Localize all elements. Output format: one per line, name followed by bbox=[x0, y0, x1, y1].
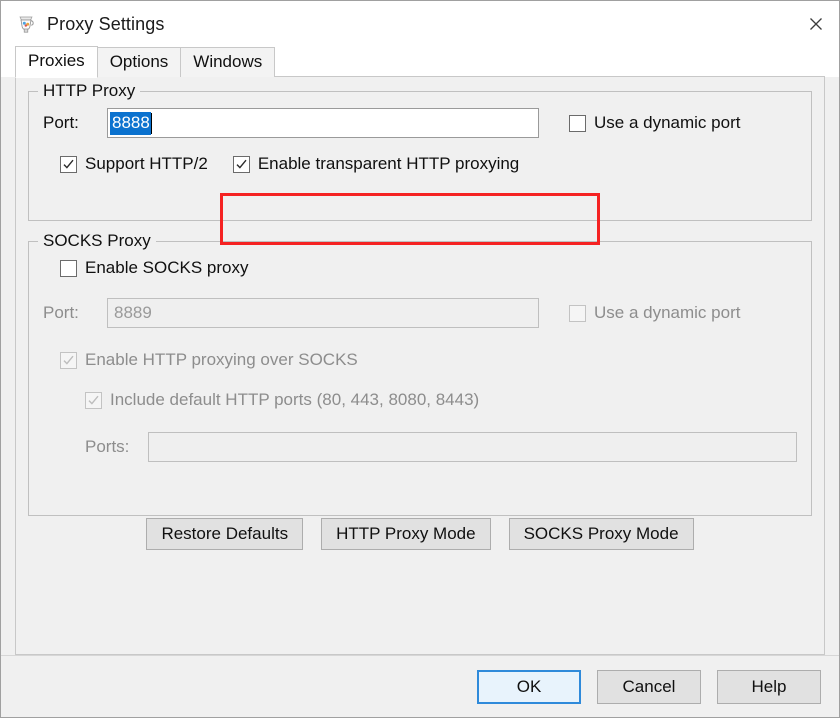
socks-port-label: Port: bbox=[43, 303, 79, 322]
tab-proxies[interactable]: Proxies bbox=[15, 46, 98, 78]
http-over-socks-label: Enable HTTP proxying over SOCKS bbox=[85, 350, 358, 369]
http-port-value: 8888 bbox=[110, 111, 151, 135]
http-port-label: Port: bbox=[43, 113, 79, 132]
checkbox-box bbox=[232, 155, 250, 173]
socks-port-input[interactable]: 8889 bbox=[107, 298, 539, 328]
default-http-ports-label: Include default HTTP ports (80, 443, 808… bbox=[110, 390, 480, 409]
restore-defaults-button[interactable]: Restore Defaults bbox=[146, 518, 304, 550]
proxies-tab-page: HTTP Proxy Port: 8888 Use a dynamic port bbox=[15, 77, 825, 655]
enable-socks-label: Enable SOCKS proxy bbox=[85, 258, 249, 277]
cancel-button-label: Cancel bbox=[622, 676, 676, 696]
http-proxy-group-title: HTTP Proxy bbox=[38, 81, 141, 101]
tab-windows-label: Windows bbox=[193, 52, 263, 71]
socks-dynamic-port-label: Use a dynamic port bbox=[594, 303, 741, 322]
transparent-proxying-label: Enable transparent HTTP proxying bbox=[257, 154, 520, 173]
checkbox-box bbox=[569, 114, 586, 132]
restore-defaults-label: Restore Defaults bbox=[161, 524, 289, 543]
http-port-input[interactable]: 8888 bbox=[107, 108, 539, 138]
cancel-button[interactable]: Cancel bbox=[597, 669, 701, 704]
http-proxy-mode-button[interactable]: HTTP Proxy Mode bbox=[321, 518, 491, 550]
http-dynamic-port-checkbox[interactable]: Use a dynamic port bbox=[569, 113, 740, 133]
help-button-label: Help bbox=[751, 676, 787, 696]
transparent-proxying-checkbox[interactable]: Enable transparent HTTP proxying bbox=[232, 154, 520, 174]
http-dynamic-port-label: Use a dynamic port bbox=[594, 113, 741, 132]
checkbox-box bbox=[60, 155, 77, 173]
socks-proxy-group: SOCKS Proxy Enable SOCKS proxy Port: 888… bbox=[28, 231, 812, 516]
socks-port-value: 8889 bbox=[114, 303, 152, 322]
tab-strip: Proxies Options Windows bbox=[1, 46, 839, 78]
ok-button-label: OK bbox=[516, 676, 542, 696]
socks-ports-label: Ports: bbox=[85, 437, 130, 456]
socks-dynamic-port-checkbox[interactable]: Use a dynamic port bbox=[569, 303, 740, 323]
checkbox-box bbox=[569, 304, 586, 322]
http-proxy-mode-label: HTTP Proxy Mode bbox=[336, 524, 476, 543]
mode-button-bar: Restore Defaults HTTP Proxy Mode SOCKS P… bbox=[28, 518, 812, 550]
checkbox-box bbox=[60, 259, 77, 277]
socks-proxy-mode-button[interactable]: SOCKS Proxy Mode bbox=[508, 518, 694, 550]
proxy-settings-dialog: Proxy Settings Proxies Options Windows H… bbox=[0, 0, 840, 718]
text-caret bbox=[150, 112, 152, 134]
socks-ports-input[interactable] bbox=[147, 432, 797, 462]
background-window-strip bbox=[0, 718, 840, 724]
tab-windows[interactable]: Windows bbox=[180, 47, 276, 77]
support-http2-label: Support HTTP/2 bbox=[85, 154, 208, 173]
checkbox-box bbox=[60, 351, 77, 369]
close-icon[interactable] bbox=[793, 1, 839, 46]
title-bar: Proxy Settings bbox=[1, 1, 839, 47]
checkbox-box bbox=[85, 391, 102, 409]
tab-proxies-label: Proxies bbox=[28, 51, 85, 70]
tab-options[interactable]: Options bbox=[96, 47, 182, 77]
fiddler-jug-icon bbox=[15, 13, 37, 35]
background-window-text bbox=[6, 718, 10, 724]
http-over-socks-checkbox[interactable]: Enable HTTP proxying over SOCKS bbox=[60, 350, 358, 370]
support-http2-checkbox[interactable]: Support HTTP/2 bbox=[60, 154, 208, 174]
enable-socks-checkbox[interactable]: Enable SOCKS proxy bbox=[60, 258, 248, 278]
socks-proxy-group-title: SOCKS Proxy bbox=[38, 231, 156, 251]
tab-options-label: Options bbox=[109, 52, 169, 71]
screenshot-root: Proxy Settings Proxies Options Windows H… bbox=[0, 0, 840, 724]
default-http-ports-checkbox[interactable]: Include default HTTP ports (80, 443, 808… bbox=[85, 390, 479, 410]
ok-button[interactable]: OK bbox=[477, 669, 581, 704]
help-button[interactable]: Help bbox=[717, 669, 821, 704]
dialog-footer: OK Cancel Help bbox=[1, 655, 839, 717]
http-proxy-group: HTTP Proxy Port: 8888 Use a dynamic port bbox=[28, 81, 812, 221]
socks-proxy-mode-label: SOCKS Proxy Mode bbox=[523, 524, 679, 543]
window-title: Proxy Settings bbox=[47, 13, 165, 34]
